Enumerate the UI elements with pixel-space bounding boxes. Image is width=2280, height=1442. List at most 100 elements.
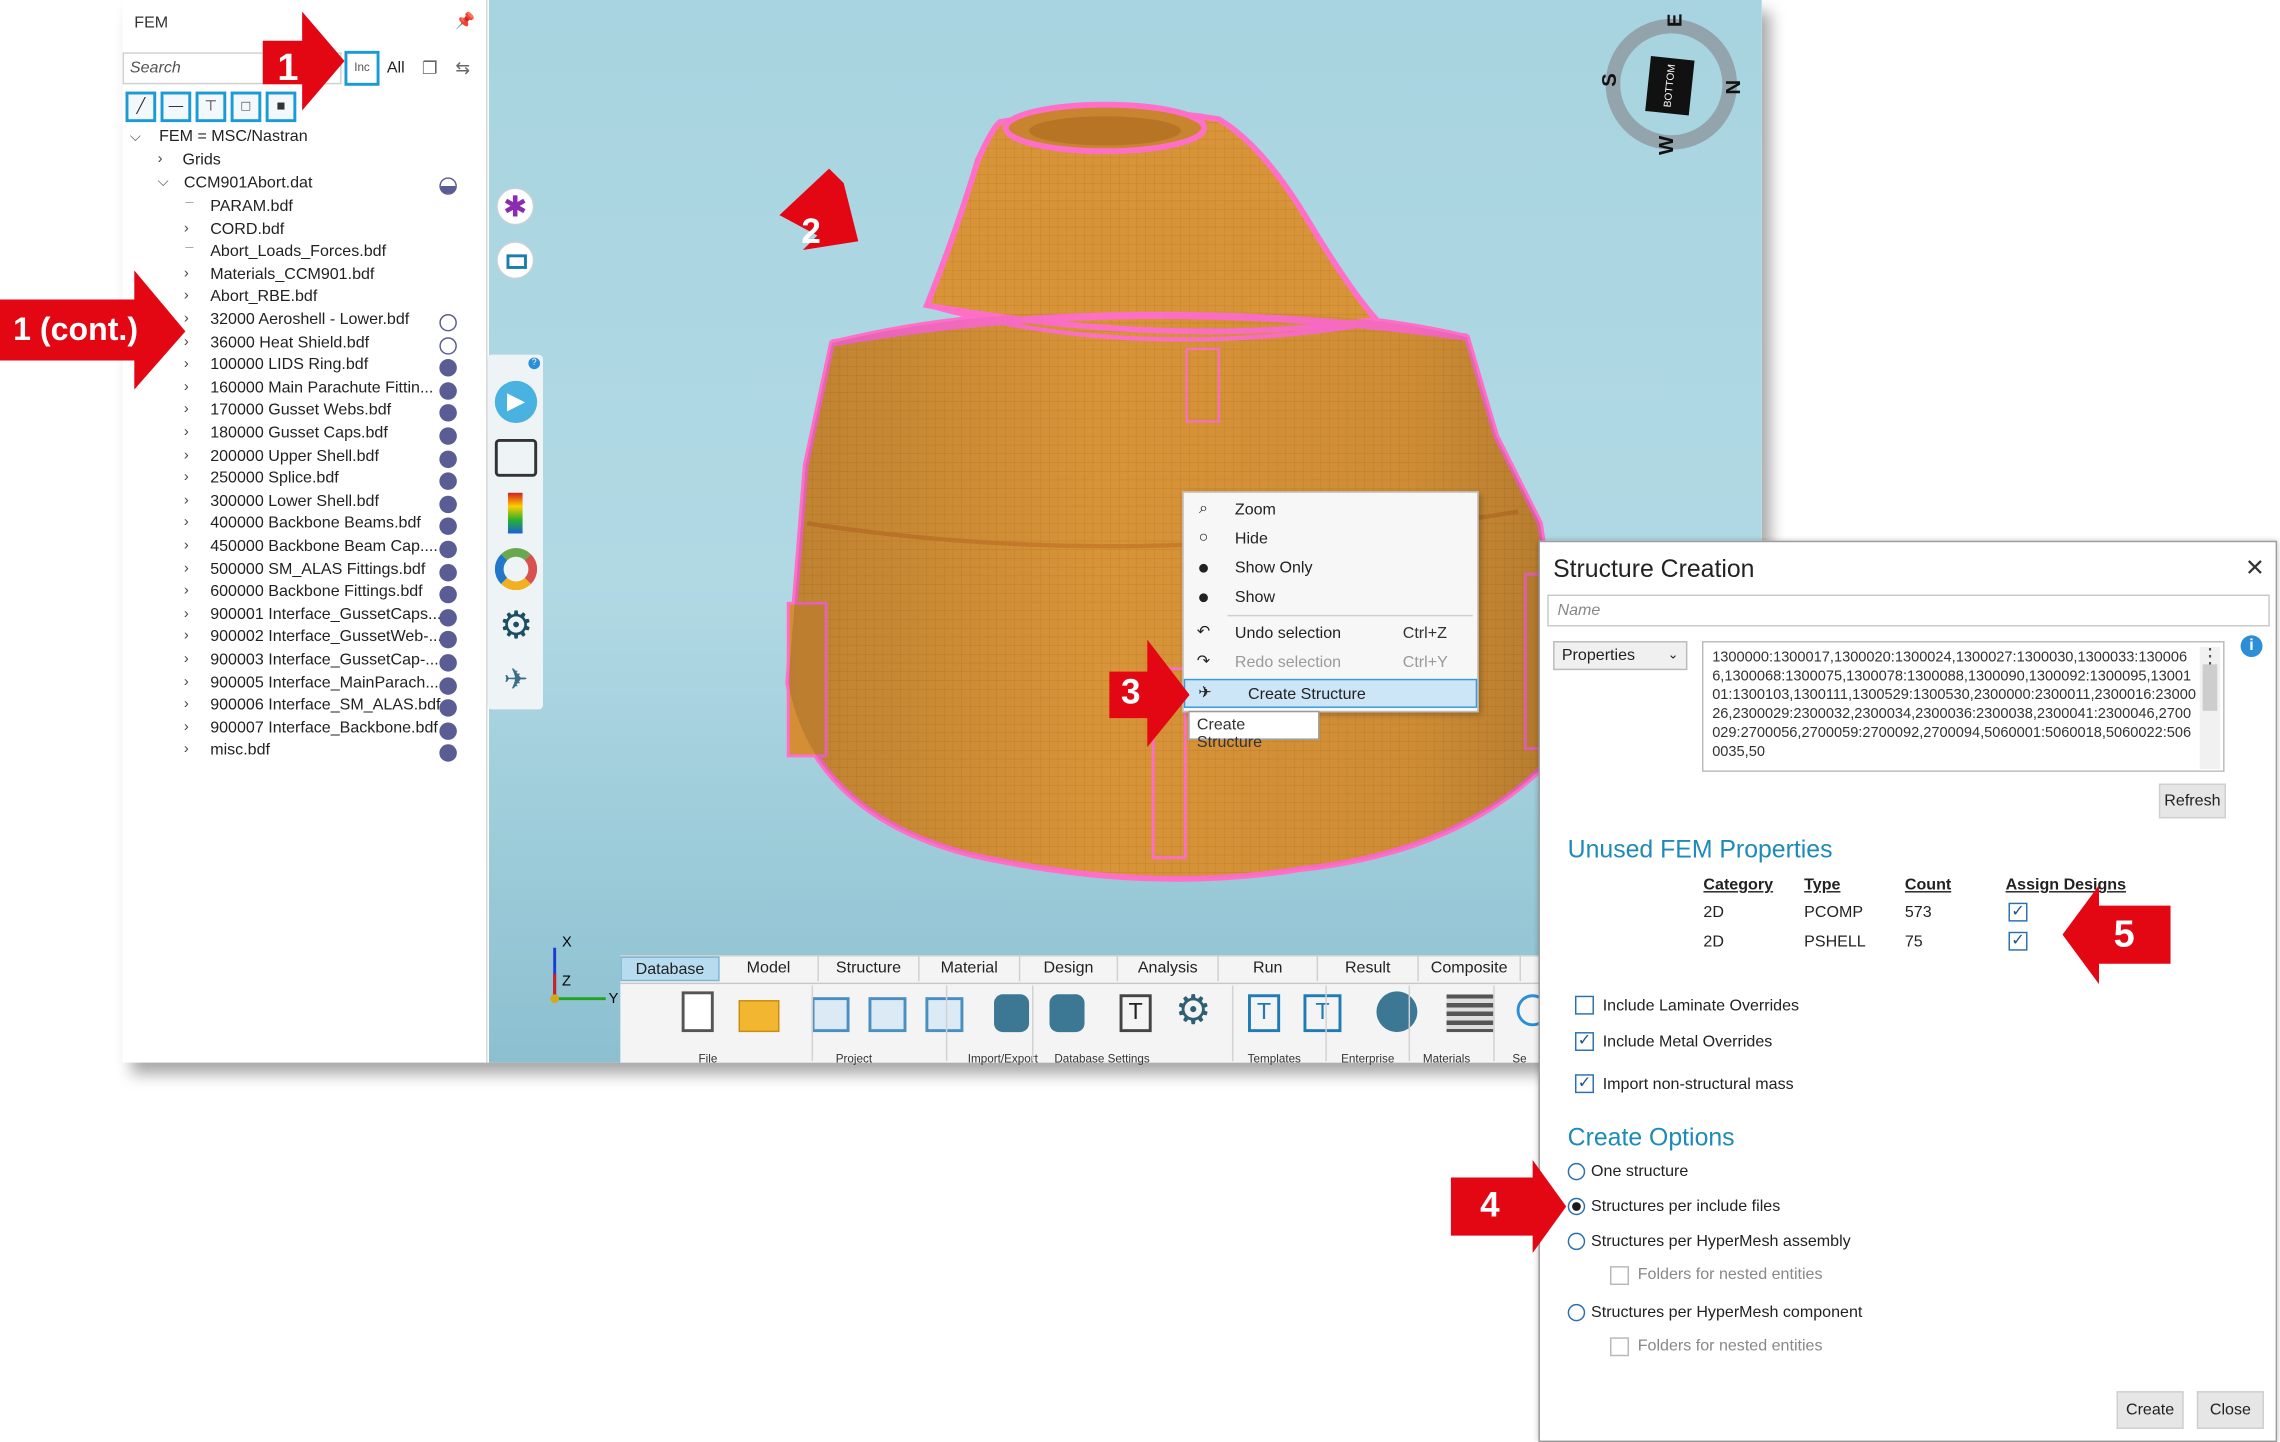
ribbon-tab[interactable]: Structure	[819, 956, 920, 982]
create-button[interactable]: Create	[2116, 1391, 2184, 1429]
search-input[interactable]: Search	[122, 52, 342, 85]
ribbon-tab[interactable]: Result	[1318, 956, 1419, 982]
visibility-icon[interactable]	[439, 382, 457, 400]
settings-gear-icon[interactable]: ⚙	[495, 604, 537, 647]
template-icon[interactable]: T	[1248, 994, 1281, 1033]
panel-title: FEM	[134, 14, 169, 32]
visibility-icon[interactable]	[439, 540, 457, 559]
info-icon[interactable]: i	[2240, 635, 2263, 658]
visibility-icon[interactable]	[439, 722, 457, 740]
visibility-icon[interactable]	[439, 518, 457, 536]
visibility-icon[interactable]	[439, 631, 457, 649]
visibility-icon[interactable]	[439, 699, 457, 717]
unused-properties-heading: Unused FEM Properties	[1567, 835, 1833, 864]
ribbon-tab[interactable]: Design	[1020, 956, 1119, 982]
option-checkbox[interactable]	[1574, 995, 1594, 1015]
visibility-icon[interactable]	[439, 608, 457, 627]
project-open-icon[interactable]	[868, 997, 907, 1033]
asterisk-icon[interactable]: ✱	[496, 187, 535, 226]
copy-icon[interactable]: ❐	[422, 58, 438, 78]
visibility-icon[interactable]	[439, 450, 457, 468]
col-type: Type	[1804, 876, 1841, 894]
refresh-button[interactable]: Refresh	[2158, 783, 2226, 819]
context-menu-item[interactable]: ● Show Only	[1184, 554, 1477, 583]
context-menu-item[interactable]: ↷ Redo selection Ctrl+Y	[1184, 648, 1477, 677]
visibility-icon[interactable]	[439, 404, 457, 423]
assign-design-checkbox[interactable]: ✓	[2008, 902, 2028, 922]
context-menu-item[interactable]: ↶ Undo selection Ctrl+Z	[1184, 619, 1477, 648]
export-db-icon[interactable]	[1049, 994, 1085, 1033]
solid-filter-icon[interactable]: ■	[265, 91, 297, 123]
pin-icon[interactable]: 📌	[455, 12, 475, 30]
prop-category: 2D	[1703, 933, 1724, 951]
project-save-icon[interactable]	[925, 997, 964, 1033]
context-menu-item[interactable]: ○ Hide	[1184, 525, 1477, 554]
all-filter-button[interactable]: All	[387, 60, 405, 77]
swap-icon[interactable]: ⇆	[455, 58, 470, 78]
visibility-icon[interactable]	[439, 586, 457, 604]
face-filter-icon[interactable]: □	[230, 91, 262, 123]
close-button[interactable]: Close	[2196, 1391, 2264, 1429]
nested-checkbox-component[interactable]	[1610, 1337, 1629, 1357]
source-select[interactable]: Properties ⌄	[1553, 641, 1688, 671]
option-checkbox[interactable]: ✓	[1574, 1032, 1594, 1051]
visibility-icon[interactable]	[439, 472, 457, 491]
redo-icon: ↷	[1196, 652, 1211, 671]
option-checkbox[interactable]: ✓	[1574, 1074, 1594, 1094]
ids-textarea[interactable]: 1300000:1300017,1300020:1300024,1300027:…	[1701, 641, 2225, 772]
color-wheel-icon[interactable]	[494, 548, 538, 591]
assign-design-checkbox[interactable]: ✓	[2008, 931, 2028, 951]
edge-filter-icon[interactable]: ╱	[125, 91, 157, 123]
close-icon[interactable]: ✕	[2245, 554, 2265, 583]
nav-cube[interactable]: BOTTOM E N W S	[1598, 6, 1744, 159]
name-input[interactable]: Name	[1547, 594, 2270, 627]
enterprise-icon[interactable]	[1376, 991, 1418, 1033]
context-menu-item[interactable]: ✈ Create Structure	[1183, 678, 1478, 708]
visibility-icon[interactable]	[439, 495, 457, 513]
play-icon[interactable]: ▶	[494, 380, 538, 424]
chevron-right-icon: ›	[183, 583, 189, 600]
tree-item-label: Abort_Loads_Forces.bdf	[210, 243, 387, 261]
nested-checkbox-assembly[interactable]	[1610, 1266, 1629, 1286]
create-option-radio[interactable]	[1567, 1197, 1586, 1216]
project-new-icon[interactable]	[811, 997, 850, 1033]
visibility-icon[interactable]	[439, 744, 457, 763]
legend-icon[interactable]	[507, 492, 523, 534]
kebab-menu-icon[interactable]: ⋮	[2200, 644, 2220, 669]
visibility-icon[interactable]	[439, 563, 457, 581]
glasses-icon[interactable]	[494, 438, 538, 477]
ribbon-tab[interactable]: Database	[620, 956, 720, 982]
line-filter-icon[interactable]: ―	[160, 91, 192, 123]
visibility-icon[interactable]	[439, 427, 457, 445]
ribbon-tab[interactable]: Model	[720, 956, 819, 982]
visibility-icon[interactable]	[439, 313, 457, 332]
visibility-icon[interactable]	[439, 676, 457, 695]
ribbon-tab[interactable]: Run	[1219, 956, 1319, 982]
help-icon[interactable]: ?	[528, 357, 541, 370]
create-option-radio[interactable]	[1567, 1162, 1586, 1181]
airplane-icon[interactable]: ✈	[495, 660, 537, 702]
import-db-icon[interactable]	[994, 994, 1030, 1033]
ribbon-tab[interactable]: Material	[920, 956, 1021, 982]
create-option-radio[interactable]	[1567, 1232, 1586, 1251]
visibility-icon[interactable]	[439, 359, 457, 377]
beam-filter-icon[interactable]: ⊤	[195, 91, 227, 123]
tree-item-label: 900007 Interface_Backbone.bdf	[210, 719, 438, 737]
new-file-icon[interactable]	[681, 991, 714, 1033]
open-folder-icon[interactable]	[738, 1000, 780, 1033]
create-option-radio[interactable]	[1567, 1303, 1586, 1322]
context-menu-item[interactable]: ⌕ Zoom	[1184, 496, 1477, 525]
text-settings-icon[interactable]: T	[1119, 994, 1152, 1033]
materials-icon[interactable]	[1446, 994, 1494, 1033]
context-menu-item[interactable]: ● Show	[1184, 583, 1477, 612]
tree-file[interactable]: ⌵ CCM901Abort.dat	[158, 174, 488, 196]
ribbon-tab[interactable]: Analysis	[1118, 956, 1219, 982]
template-alt-icon[interactable]: T	[1303, 994, 1342, 1033]
ribbon-tab[interactable]: Composite	[1419, 956, 1521, 982]
window-select-icon[interactable]	[496, 241, 535, 280]
include-filter-button[interactable]: Inc	[344, 50, 380, 86]
visibility-half-icon[interactable]	[439, 177, 457, 195]
visibility-icon[interactable]	[439, 336, 457, 355]
visibility-icon[interactable]	[439, 654, 457, 672]
db-settings-gear-icon[interactable]: ⚙	[1175, 988, 1219, 1032]
